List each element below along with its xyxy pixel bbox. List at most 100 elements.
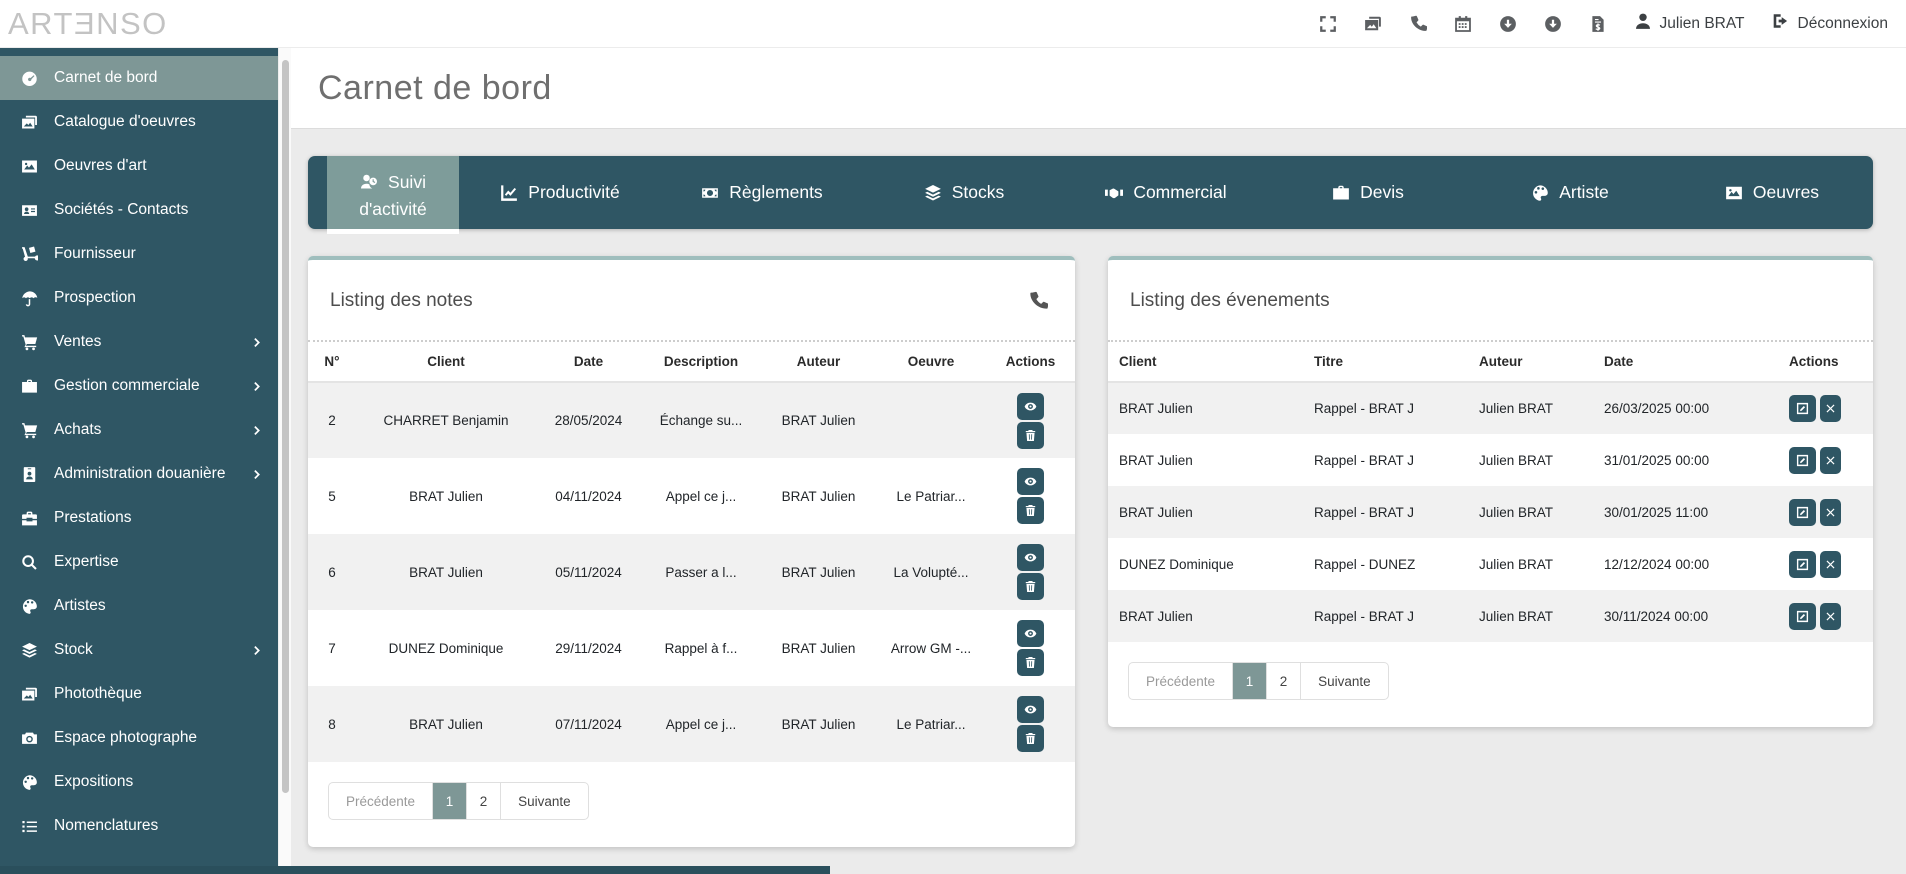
layers-icon bbox=[924, 184, 942, 202]
view-note-button[interactable] bbox=[1017, 392, 1044, 420]
cell-actions bbox=[986, 382, 1075, 458]
column-header: Actions bbox=[1778, 342, 1873, 383]
tab-artiste[interactable]: Artiste bbox=[1469, 156, 1671, 229]
sidebar-item-espace-photographe[interactable]: Espace photographe bbox=[0, 716, 278, 760]
cell-actions bbox=[986, 458, 1075, 534]
tab-commercial[interactable]: Commercial bbox=[1065, 156, 1267, 229]
pagination-page-1[interactable]: 1 bbox=[1232, 663, 1267, 699]
phone-icon[interactable] bbox=[1409, 15, 1427, 33]
calendar-icon[interactable] bbox=[1454, 15, 1472, 33]
sidebar-item-catalogue-d-oeuvres[interactable]: Catalogue d'oeuvres bbox=[0, 100, 278, 144]
sidebar-item-fournisseur[interactable]: Fournisseur bbox=[0, 232, 278, 276]
chevron-right-icon bbox=[251, 468, 264, 481]
edit-event-button[interactable] bbox=[1789, 498, 1816, 526]
sidebar-item-prospection[interactable]: Prospection bbox=[0, 276, 278, 320]
sidebar-item-label: Expertise bbox=[54, 553, 119, 570]
logout-button[interactable]: Déconnexion bbox=[1772, 12, 1888, 35]
sidebar-item-label: Espace photographe bbox=[54, 729, 198, 746]
images-icon[interactable] bbox=[1364, 15, 1382, 33]
delete-note-button[interactable] bbox=[1017, 421, 1044, 449]
sidebar-item-phototheque[interactable]: Photothèque bbox=[0, 672, 278, 716]
sidebar-item-carnet-de-bord[interactable]: Carnet de bord bbox=[0, 56, 278, 100]
edit-event-button[interactable] bbox=[1789, 550, 1816, 578]
app-logo: ARTƎNSO bbox=[8, 6, 168, 41]
view-note-button[interactable] bbox=[1017, 468, 1044, 495]
tab-devis[interactable]: Devis bbox=[1267, 156, 1469, 229]
remove-event-button[interactable] bbox=[1820, 395, 1841, 422]
tab-productivite[interactable]: Productivité bbox=[459, 156, 661, 229]
delete-note-button[interactable] bbox=[1017, 649, 1044, 676]
cell-date: 31/01/2025 00:00 bbox=[1604, 452, 1710, 468]
column-header: Titre bbox=[1303, 342, 1468, 383]
notes-table: N° Client Date Description Auteur Oeuvre Actio… bbox=[308, 342, 1075, 762]
cell-oeuvre: Le Patriar... bbox=[896, 488, 966, 504]
pagination-page-2[interactable]: 2 bbox=[466, 783, 500, 819]
table-row: BRAT Julien Rappel - BRAT J Julien BRAT 30/… bbox=[1108, 486, 1873, 538]
notes-table-wrap: N° Client Date Description Auteur Oeuvre Actio… bbox=[308, 340, 1075, 762]
sidebar-item-oeuvres-d-art[interactable]: Oeuvres d'art bbox=[0, 144, 278, 188]
tab-reglements[interactable]: Règlements bbox=[661, 156, 863, 229]
sidebar-item-artistes[interactable]: Artistes bbox=[0, 584, 278, 628]
tab-suivi-d-activite[interactable]: Suivi d'activité bbox=[327, 156, 459, 234]
sidebar-item-stock[interactable]: Stock bbox=[0, 628, 278, 672]
top-header: ARTƎNSO Julien BRAT Déconnexion bbox=[0, 0, 1906, 48]
remove-event-button[interactable] bbox=[1820, 602, 1841, 630]
money-bill-icon bbox=[701, 184, 719, 202]
expand-icon[interactable] bbox=[1319, 15, 1337, 33]
list-icon bbox=[17, 818, 41, 835]
edit-event-button[interactable] bbox=[1789, 395, 1816, 422]
edit-event-button[interactable] bbox=[1789, 602, 1816, 630]
pagination-next[interactable]: Suivante bbox=[1300, 663, 1388, 699]
sidebar-item-gestion-commerciale[interactable]: Gestion commerciale bbox=[0, 364, 278, 408]
cell-date: 30/01/2025 11:00 bbox=[1604, 504, 1709, 520]
tab-oeuvres[interactable]: Oeuvres bbox=[1671, 156, 1873, 229]
pagination-page-1[interactable]: 1 bbox=[432, 783, 467, 819]
table-row: 7 DUNEZ Dominique 29/11/2024 Rappel à f... B… bbox=[308, 610, 1075, 686]
cell-auteur: BRAT Julien bbox=[781, 640, 856, 656]
delete-note-button[interactable] bbox=[1017, 497, 1044, 524]
sidebar-item-societes-contacts[interactable]: Sociétés - Contacts bbox=[0, 188, 278, 232]
phone-icon[interactable] bbox=[1028, 291, 1048, 311]
sidebar-item-prestations[interactable]: Prestations bbox=[0, 496, 278, 540]
sidebar-scrollbar-thumb[interactable] bbox=[282, 60, 289, 793]
sidebar-item-label: Photothèque bbox=[54, 685, 142, 702]
chevron-right-icon bbox=[251, 380, 264, 393]
notes-header-row: N° Client Date Description Auteur Oeuvre Actio… bbox=[308, 342, 1075, 383]
cell-titre: Rappel - BRAT J bbox=[1314, 608, 1415, 624]
user-name: Julien BRAT bbox=[1659, 14, 1745, 32]
view-note-button[interactable] bbox=[1017, 696, 1044, 723]
delete-note-button[interactable] bbox=[1017, 573, 1044, 600]
table-row: BRAT Julien Rappel - BRAT J Julien BRAT 26/… bbox=[1108, 382, 1873, 434]
sidebar-item-expositions[interactable]: Expositions bbox=[0, 760, 278, 804]
column-header: Client bbox=[356, 342, 536, 383]
cell-oeuvre: Arrow GM -... bbox=[890, 640, 972, 656]
sidebar-item-administration-douaniere[interactable]: Administration douanière bbox=[0, 452, 278, 496]
circle-down-icon[interactable] bbox=[1544, 15, 1562, 33]
sidebar-item-label: Gestion commerciale bbox=[54, 377, 200, 394]
pagination-next[interactable]: Suivante bbox=[500, 783, 588, 819]
view-note-button[interactable] bbox=[1017, 620, 1044, 647]
view-note-button[interactable] bbox=[1017, 544, 1044, 571]
sidebar-item-achats[interactable]: Achats bbox=[0, 408, 278, 452]
cell-client: BRAT Julien bbox=[1119, 452, 1193, 468]
tab-stocks[interactable]: Stocks bbox=[863, 156, 1065, 229]
sidebar-item-nomenclatures[interactable]: Nomenclatures bbox=[0, 804, 278, 848]
events-panel: Listing des évenements Client Titre Auteur… bbox=[1108, 256, 1873, 727]
sidebar-scrollbar-track[interactable] bbox=[278, 48, 291, 874]
edit-event-button[interactable] bbox=[1789, 446, 1816, 474]
sidebar-item-label: Oeuvres d'art bbox=[54, 157, 147, 174]
cell-description: Échange su... bbox=[659, 413, 743, 428]
file-invoice-icon[interactable] bbox=[1589, 15, 1607, 33]
pagination-page-2[interactable]: 2 bbox=[1266, 663, 1300, 699]
remove-event-button[interactable] bbox=[1820, 550, 1841, 578]
delete-note-button[interactable] bbox=[1017, 725, 1044, 752]
sidebar-item-expertise[interactable]: Expertise bbox=[0, 540, 278, 584]
remove-event-button[interactable] bbox=[1820, 446, 1841, 474]
circle-down-icon[interactable] bbox=[1499, 15, 1517, 33]
pagination-prev[interactable]: Précédente bbox=[1129, 663, 1232, 699]
remove-event-button[interactable] bbox=[1820, 498, 1841, 526]
events-header-row: Client Titre Auteur Date Actions bbox=[1108, 342, 1873, 383]
sidebar-item-ventes[interactable]: Ventes bbox=[0, 320, 278, 364]
column-header: Auteur bbox=[761, 342, 876, 383]
pagination-prev[interactable]: Précédente bbox=[329, 783, 432, 819]
